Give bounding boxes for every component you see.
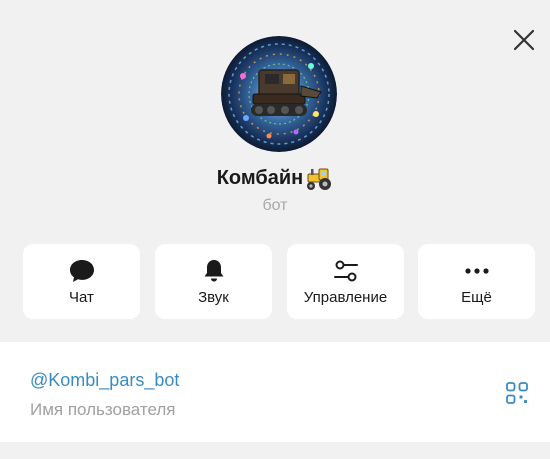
username-card: @Kombi_pars_bot Имя пользователя	[0, 342, 550, 442]
manage-button-label: Управление	[303, 289, 388, 306]
bell-icon	[204, 260, 223, 282]
username-caption: Имя пользователя	[30, 400, 176, 419]
more-button[interactable]: Ещё	[418, 244, 535, 319]
avatar[interactable]	[221, 36, 337, 152]
qr-code-button[interactable]	[505, 381, 529, 405]
manage-button[interactable]: Управление	[287, 244, 404, 319]
close-icon	[513, 29, 535, 51]
sound-button[interactable]: Звук	[155, 244, 272, 319]
tractor-emoji-icon	[307, 168, 332, 190]
more-button-label: Ещё	[461, 289, 492, 306]
sound-button-label: Звук	[198, 289, 229, 306]
username-link[interactable]: @Kombi_pars_bot	[30, 370, 179, 391]
chat-button-label: Чат	[69, 289, 94, 306]
more-dots-icon	[464, 268, 489, 274]
qr-code-icon	[506, 382, 528, 404]
sliders-icon	[333, 260, 358, 282]
close-button[interactable]	[508, 24, 540, 56]
profile-name-row: Комбайн	[0, 164, 550, 192]
profile-subtitle: бот	[262, 197, 288, 214]
chat-button[interactable]: Чат	[23, 244, 140, 319]
chat-bubble-icon	[69, 260, 94, 282]
avatar-image	[221, 36, 337, 152]
profile-name: Комбайн	[216, 166, 304, 189]
